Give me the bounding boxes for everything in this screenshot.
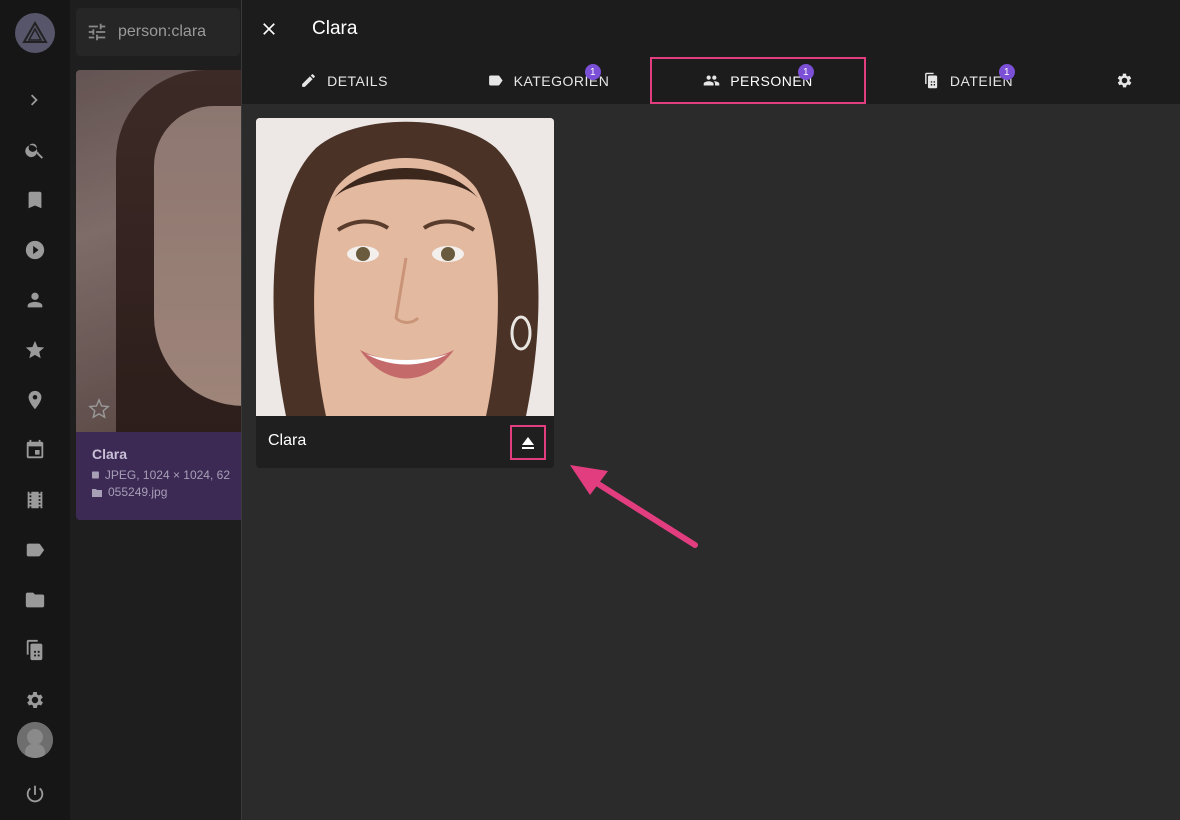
logo-icon <box>22 21 48 43</box>
tab-people-badge: 1 <box>798 64 814 80</box>
tab-files[interactable]: DATEIEN 1 <box>866 57 1070 104</box>
dialog-toolbar: Clara <box>242 0 1180 57</box>
gear-icon <box>1117 73 1131 88</box>
files-icon <box>925 72 938 89</box>
gear-icon <box>27 692 43 708</box>
tab-settings[interactable] <box>1102 57 1146 104</box>
chevron-right-icon <box>30 94 38 106</box>
play-circle-icon <box>25 240 45 260</box>
edit-dialog: Clara DETAILS KATEGORIEN 1 PERSONEN 1 DA… <box>241 0 1180 820</box>
filter-icon[interactable] <box>86 21 108 43</box>
search-icon <box>25 143 44 159</box>
face-illustration <box>256 118 554 416</box>
photo-info: JPEG, 1024 × 1024, 62 <box>92 468 230 482</box>
favorite-star-icon[interactable] <box>88 398 110 420</box>
nav-videos-button[interactable] <box>19 234 51 266</box>
nav-library-button[interactable] <box>19 634 51 666</box>
person-name[interactable]: Clara <box>268 432 306 450</box>
tab-files-badge: 1 <box>999 64 1015 80</box>
tab-details-label: DETAILS <box>327 72 388 89</box>
photo-caption: Clara JPEG, 1024 × 1024, 62 055249.jpg <box>76 432 246 520</box>
close-icon <box>263 23 275 35</box>
film-icon <box>27 491 43 509</box>
folder-icon <box>25 592 45 608</box>
nav-labels-button[interactable] <box>19 534 51 566</box>
user-avatar[interactable] <box>17 722 53 758</box>
avatar-silhouette-icon <box>17 722 53 758</box>
nav-moments-button[interactable] <box>19 484 51 516</box>
eject-person-button[interactable] <box>510 425 546 460</box>
photo-title: Clara <box>92 446 128 462</box>
person-icon <box>27 292 43 308</box>
label-icon <box>488 75 503 86</box>
nav-people-button[interactable] <box>19 284 51 316</box>
search-query[interactable]: person:clara <box>118 23 206 41</box>
nav-favorites-button[interactable] <box>19 334 51 366</box>
people-icon <box>703 75 720 86</box>
location-pin-icon <box>28 390 42 410</box>
close-button[interactable] <box>256 16 282 42</box>
expand-rail-button[interactable] <box>19 84 51 116</box>
nav-folders-button[interactable] <box>19 584 51 616</box>
files-icon <box>26 639 43 661</box>
eject-icon <box>522 436 534 449</box>
star-icon <box>25 340 45 359</box>
dialog-tabs: DETAILS KATEGORIEN 1 PERSONEN 1 DATEIEN … <box>242 57 1180 104</box>
tab-people[interactable]: PERSONEN 1 <box>650 57 866 104</box>
person-footer: Clara <box>256 416 554 468</box>
bookmark-icon <box>28 191 42 209</box>
calendar-icon <box>26 439 44 459</box>
person-card: Clara <box>256 118 554 468</box>
nav-settings-button[interactable] <box>19 684 51 716</box>
nav-search-button[interactable] <box>19 134 51 166</box>
pencil-icon <box>302 74 315 87</box>
tab-categories[interactable]: KATEGORIEN 1 <box>446 57 650 104</box>
power-icon <box>26 785 44 803</box>
nav-albums-button[interactable] <box>19 184 51 216</box>
app-logo[interactable] <box>15 13 55 53</box>
photo-file: 055249.jpg <box>92 485 230 499</box>
annotation-arrow-icon <box>570 465 698 548</box>
folder-icon <box>92 489 102 497</box>
photo-card[interactable]: Clara JPEG, 1024 × 1024, 62 055249.jpg <box>76 70 246 520</box>
image-icon <box>92 471 99 479</box>
tab-details[interactable]: DETAILS <box>242 57 446 104</box>
label-icon <box>26 543 45 557</box>
logout-button[interactable] <box>19 778 51 810</box>
nav-rail <box>0 0 70 820</box>
tab-categories-badge: 1 <box>585 64 601 80</box>
dialog-title: Clara <box>312 18 358 39</box>
search-bar[interactable]: person:clara <box>76 8 240 56</box>
photo-thumbnail <box>76 70 246 432</box>
nav-places-button[interactable] <box>19 384 51 416</box>
person-face-photo <box>256 118 554 416</box>
nav-calendar-button[interactable] <box>19 434 51 466</box>
